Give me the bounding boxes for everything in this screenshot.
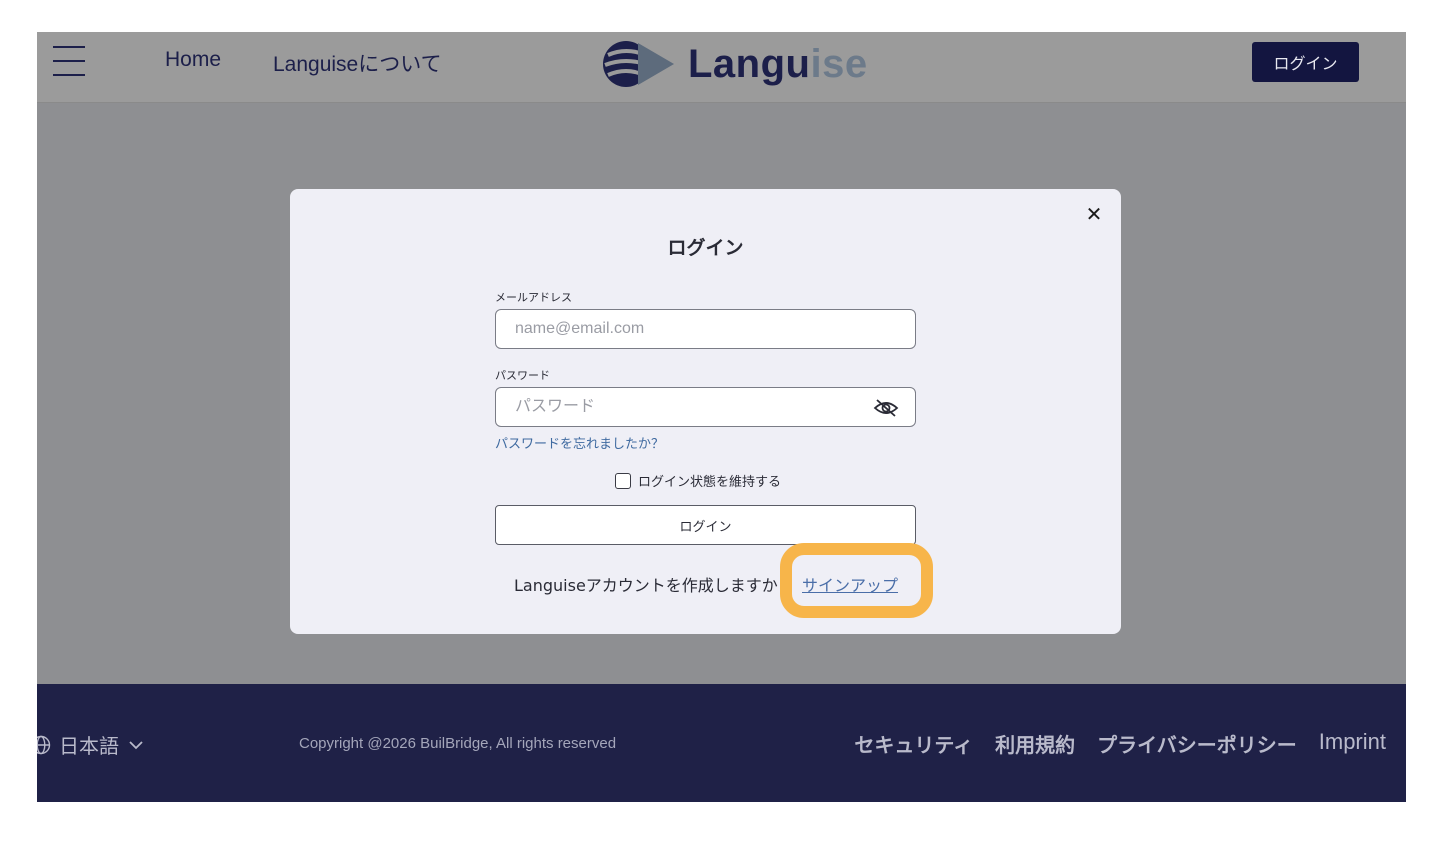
logo[interactable]: Languise [602,35,868,93]
email-field[interactable] [496,310,915,348]
remember-checkbox[interactable] [615,472,631,489]
login-modal: ✕ ログイン メールアドレス パスワード パスワードを忘れましたか？ ログイン状… [290,189,1121,634]
eye-slash-icon[interactable] [873,398,899,418]
signup-link[interactable]: サインアップ [802,572,898,596]
language-selector[interactable]: 日本語 [37,730,143,759]
footer-links: セキュリティ 利用規約 プライバシーポリシー Imprint [832,729,1386,758]
footer: 日本語 Copyright @2026 BuilBridge, All righ… [37,684,1406,802]
remember-me[interactable]: ログイン状態を維持する [615,471,781,490]
email-field-box [495,309,916,349]
password-field[interactable] [496,388,915,426]
logo-icon [603,41,674,87]
modal-title: ログイン [667,237,744,259]
password-label: パスワード [495,369,550,382]
forgot-password-link[interactable]: パスワードを忘れましたか？ [495,433,664,452]
footer-link-terms[interactable]: 利用規約 [995,729,1075,758]
signup-prompt: Languiseアカウントを作成しますか [514,576,778,595]
remember-label: ログイン状態を維持する [638,475,782,490]
chevron-down-icon [129,740,143,749]
hamburger-icon[interactable] [53,46,85,76]
copyright: Copyright @2026 BuilBridge, All rights r… [299,735,617,752]
nav-home[interactable]: Home [165,48,221,72]
email-label: メールアドレス [495,291,572,304]
app-frame: Home Languiseについて Languise ログイン ✕ ログイン メ… [37,32,1406,802]
nav-about[interactable]: Languiseについて [273,48,442,78]
login-button[interactable]: ログイン [495,505,916,545]
footer-link-security[interactable]: セキュリティ [854,729,973,758]
footer-link-privacy[interactable]: プライバシーポリシー [1097,729,1297,758]
language-label: 日本語 [59,734,119,758]
header-login-button[interactable]: ログイン [1252,42,1359,82]
header: Home Languiseについて Languise ログイン [37,32,1406,103]
logo-wordmark: Languise [688,41,868,86]
footer-link-imprint[interactable]: Imprint [1319,729,1386,758]
close-icon[interactable]: ✕ [1083,203,1105,225]
password-field-box [495,387,916,427]
globe-icon [37,735,51,754]
